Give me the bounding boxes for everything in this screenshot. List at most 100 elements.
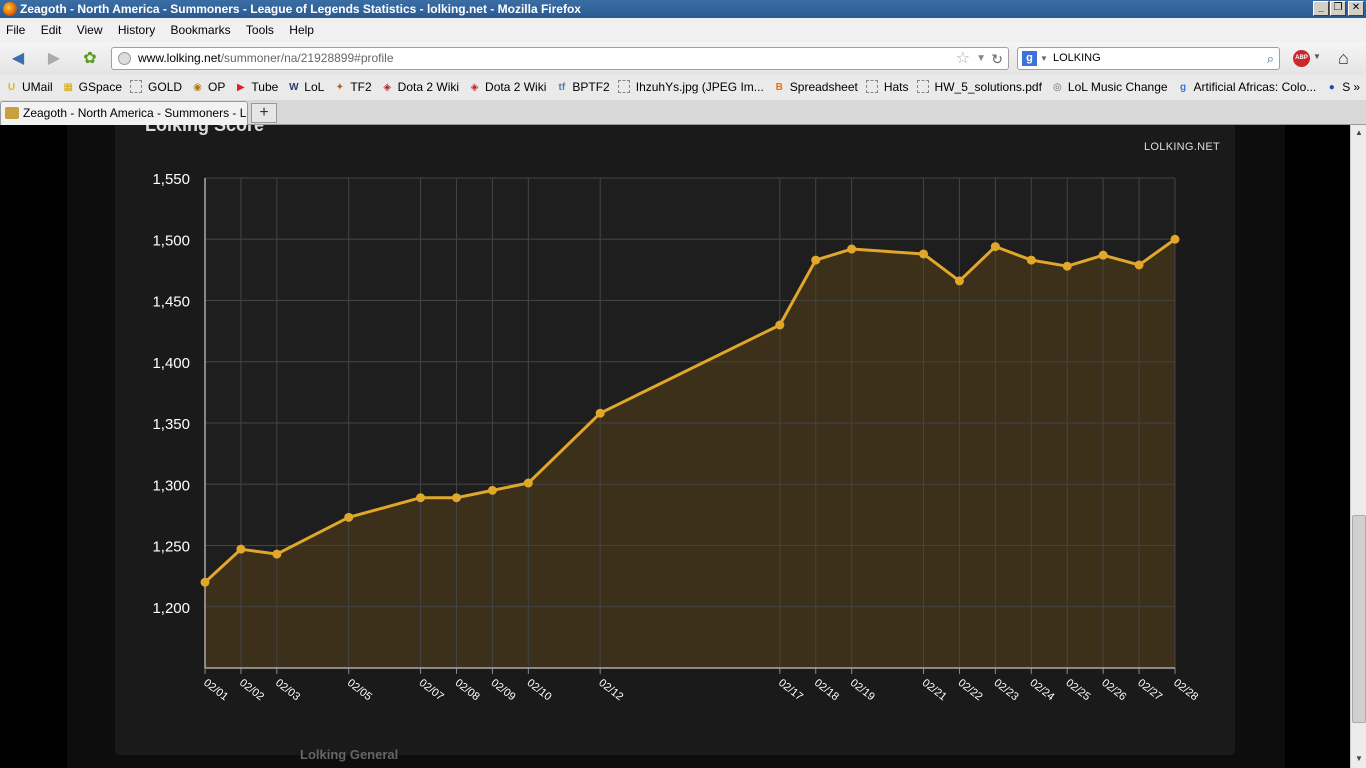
- bookmark-item[interactable]: ◉ OP: [186, 75, 229, 100]
- scroll-down-icon[interactable]: ▼: [1353, 753, 1365, 765]
- x-tick-label: 02/25: [1063, 677, 1092, 703]
- data-point: [775, 320, 785, 330]
- bookmark-item[interactable]: W LoL: [282, 75, 328, 100]
- bookmark-favicon-icon: U: [7, 82, 16, 93]
- bookmark-label: BPTF2: [572, 80, 610, 94]
- minimize-button[interactable]: _: [1313, 1, 1329, 16]
- bookmark-item[interactable]: IhzuhYs.jpg (JPEG Im...: [614, 75, 768, 100]
- search-icon[interactable]: ⌕: [1267, 49, 1274, 69]
- bookmark-item[interactable]: tf BPTF2: [550, 75, 613, 100]
- menu-help[interactable]: Help: [283, 18, 320, 42]
- new-tab-button[interactable]: +: [251, 103, 277, 123]
- search-bar[interactable]: g ▼ LOLKING ⌕: [1017, 47, 1280, 70]
- close-button[interactable]: ✕: [1348, 1, 1364, 16]
- bookmark-favicon-icon: B: [775, 82, 783, 93]
- bookmark-label: HW_5_solutions.pdf: [934, 80, 1042, 94]
- bookmark-item[interactable]: GOLD: [126, 75, 186, 100]
- window-title: Zeagoth - North America - Summoners - Le…: [20, 2, 581, 16]
- blank-page-icon: [865, 80, 878, 93]
- x-tick-label: 02/26: [1099, 677, 1128, 703]
- navigation-toolbar: ◀ ▶ ✿ www.lolking.net/summoner/na/219288…: [0, 42, 1366, 75]
- adblock-dropdown-icon[interactable]: ▼: [1313, 52, 1321, 61]
- bookmark-item[interactable]: ▶ Tube: [229, 75, 282, 100]
- tab-label: Zeagoth - North America - Summoners - Le…: [23, 106, 248, 120]
- reload-extension-icon[interactable]: ✿: [80, 49, 100, 69]
- bookmark-item[interactable]: ● S: [1320, 75, 1354, 100]
- bookmark-item[interactable]: U UMail: [0, 75, 57, 100]
- data-point: [847, 244, 857, 254]
- tab-active[interactable]: Zeagoth - North America - Summoners - Le…: [0, 101, 248, 125]
- back-button[interactable]: ◀: [8, 49, 28, 69]
- data-point: [451, 493, 461, 503]
- x-tick-label: 02/01: [201, 677, 230, 703]
- bookmark-item[interactable]: ✦ TF2: [328, 75, 375, 100]
- bookmark-item[interactable]: B Spreadsheet: [768, 75, 862, 100]
- url-text[interactable]: www.lolking.net/summoner/na/21928899#pro…: [138, 48, 394, 69]
- refresh-icon[interactable]: ↻: [991, 49, 1003, 69]
- y-tick-label: 1,400: [152, 355, 190, 372]
- data-point: [1062, 261, 1072, 271]
- x-tick-label: 02/18: [812, 677, 841, 703]
- scrollbar-thumb[interactable]: [1352, 515, 1366, 723]
- next-section-title: Lolking General: [300, 747, 399, 762]
- bookmark-item[interactable]: HW_5_solutions.pdf: [913, 75, 1046, 100]
- data-point: [272, 549, 282, 559]
- bookmark-item[interactable]: Hats: [862, 75, 913, 100]
- bookmark-favicon-icon: W: [289, 82, 299, 93]
- x-tick-label: 02/10: [524, 677, 553, 703]
- bookmark-label: Tube: [251, 80, 279, 94]
- bookmark-favicon-icon: ◈: [470, 82, 479, 93]
- browser-window: Zeagoth - North America - Summoners - Le…: [0, 0, 1366, 768]
- restore-button[interactable]: ❐: [1330, 1, 1346, 16]
- bookmarks-overflow-button[interactable]: »: [1353, 75, 1360, 100]
- bookmark-label: Dota 2 Wiki: [485, 80, 547, 94]
- data-point: [595, 408, 605, 418]
- tab-bar: Zeagoth - North America - Summoners - Le…: [0, 100, 1366, 125]
- search-input[interactable]: LOLKING: [1053, 48, 1101, 69]
- menu-tools[interactable]: Tools: [240, 18, 280, 42]
- data-point: [1170, 234, 1180, 244]
- menu-edit[interactable]: Edit: [35, 18, 68, 42]
- url-dropdown-icon[interactable]: ▼: [976, 49, 986, 69]
- bookmark-star-icon[interactable]: ☆: [956, 49, 970, 69]
- vertical-scrollbar[interactable]: ▲ ▼: [1350, 125, 1366, 768]
- google-search-engine-icon[interactable]: g: [1022, 51, 1037, 66]
- x-tick-label: 02/23: [992, 677, 1021, 703]
- x-tick-label: 02/27: [1135, 677, 1164, 703]
- home-icon[interactable]: ⌂: [1338, 48, 1349, 69]
- globe-icon: [118, 52, 131, 65]
- menu-bookmarks[interactable]: Bookmarks: [165, 18, 237, 42]
- score-chart: 1,200 1,250 1,300 1,350 1,400 1,450 1,500 1,550…: [152, 171, 1200, 703]
- bookmark-favicon-icon: tf: [558, 82, 566, 93]
- bookmark-item[interactable]: ◎ LoL Music Change: [1046, 75, 1172, 100]
- menu-history[interactable]: History: [112, 18, 161, 42]
- bookmark-item[interactable]: ◈ Dota 2 Wiki: [463, 75, 550, 100]
- x-tick-label: 02/05: [345, 677, 374, 703]
- bookmark-label: Dota 2 Wiki: [397, 80, 460, 94]
- bookmark-item[interactable]: ◈ Dota 2 Wiki: [376, 75, 463, 100]
- search-engine-dropdown-icon[interactable]: ▼: [1040, 48, 1048, 69]
- menu-file[interactable]: File: [0, 18, 31, 42]
- bookmark-favicon-icon: ▶: [237, 82, 245, 93]
- bookmark-label: UMail: [22, 80, 53, 94]
- y-tick-label: 1,500: [152, 232, 190, 249]
- adblock-plus-icon[interactable]: ABP: [1293, 50, 1310, 67]
- bookmark-favicon-icon: ▦: [63, 82, 73, 93]
- data-point: [236, 544, 246, 554]
- bookmark-item[interactable]: ▦ GSpace: [57, 75, 126, 100]
- y-tick-label: 1,250: [152, 539, 190, 556]
- bookmark-label: S: [1342, 80, 1351, 94]
- url-bar[interactable]: www.lolking.net/summoner/na/21928899#pro…: [111, 47, 1009, 70]
- x-tick-label: 02/07: [417, 677, 446, 703]
- y-tick-label: 1,350: [152, 416, 190, 433]
- bookmark-item[interactable]: g Artificial Africas: Colo...: [1172, 75, 1321, 100]
- menu-view[interactable]: View: [71, 18, 109, 42]
- scroll-up-icon[interactable]: ▲: [1353, 127, 1365, 139]
- brand-credit[interactable]: LOLKING.NET: [1144, 141, 1220, 153]
- forward-button[interactable]: ▶: [44, 49, 64, 69]
- title-bar: Zeagoth - North America - Summoners - Le…: [0, 0, 1366, 18]
- x-tick-label: 02/08: [453, 677, 482, 703]
- data-point: [200, 577, 210, 587]
- page-viewport: Lolking Score LOLKING.NET 1,200 1,250 1,30…: [0, 125, 1350, 768]
- data-point: [344, 512, 354, 522]
